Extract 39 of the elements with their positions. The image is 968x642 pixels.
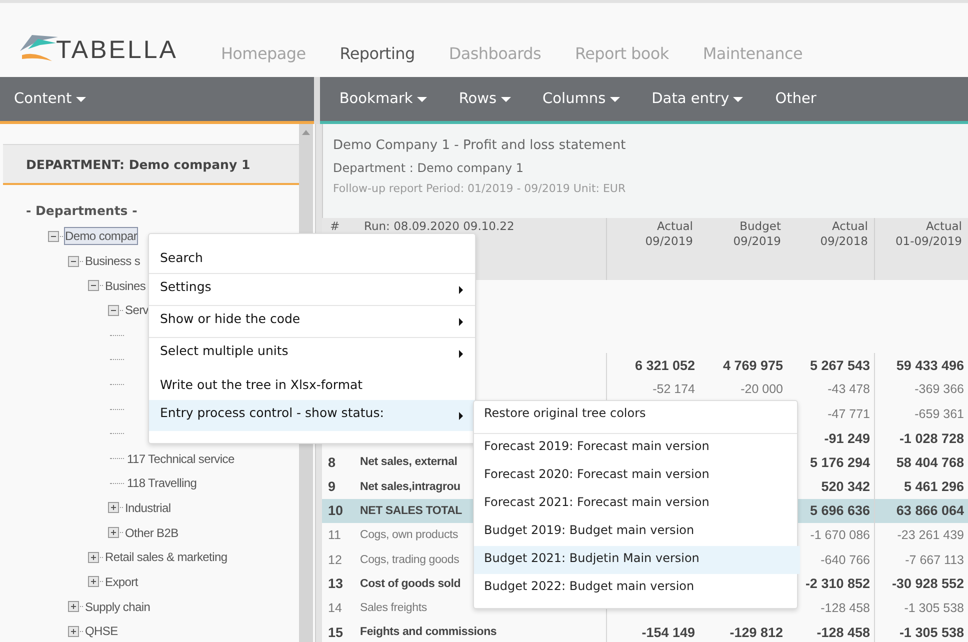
table-cell-text: 6 321 052 [634, 356, 696, 375]
department-header: DEPARTMENT: Demo company 1 [3, 144, 300, 185]
tree-heading: - Departments - [26, 203, 138, 218]
table-cell-text: 4 769 975 [722, 356, 784, 375]
column-header: Actual 01-09/2019 [875, 218, 968, 280]
table-cell-text: 58 404 768 [895, 454, 965, 472]
row-number: 9 [327, 478, 337, 496]
report-title: Demo Company 1 - Profit and loss statement [333, 138, 627, 153]
table-cell-text: 5 461 296 [902, 478, 965, 496]
row-label: Feights and commissions [356, 620, 607, 642]
table-cell-text: -369 366 [914, 381, 965, 398]
row-number: 10 [322, 498, 356, 524]
row-number: 11 [327, 527, 342, 544]
table-cell-text: -1 305 538 [903, 600, 965, 618]
report-period: Follow-up report Period: 01/2019 - 09/2019 Unit: EUR [333, 182, 627, 195]
table-cell-text: -23 261 439 [896, 527, 965, 544]
column-header: Actual 09/2019 [607, 218, 699, 280]
table-cell: 5 267 543 [787, 353, 875, 378]
table-cell-text: -52 174 [652, 381, 696, 398]
logo-text: TABELLA [56, 38, 178, 63]
column-header: Budget 09/2019 [699, 218, 787, 280]
row-number: 15 [327, 624, 344, 642]
table-cell: 63 866 064 [875, 498, 968, 524]
table-cell-text: -659 361 [914, 406, 965, 423]
table-cell-text: -7 667 113 [904, 552, 965, 569]
row-number: 12 [327, 552, 343, 569]
table-cell-text: 59 433 496 [895, 356, 965, 375]
table-cell-text: -154 149 [640, 624, 696, 642]
row-number: 14 [327, 600, 343, 618]
table-cell-text: -20 000 [740, 381, 784, 398]
report-subtitle: Department : Demo company 1 [333, 161, 525, 175]
column-header: Actual 09/2018 [787, 218, 875, 280]
table-cell-text: -30 928 552 [890, 575, 965, 594]
table-cell-text: -129 812 [728, 624, 784, 642]
table-cell-text: -1 028 728 [898, 430, 965, 448]
table-cell: -128 458 [787, 620, 875, 642]
table-cell-text: -1 305 538 [898, 624, 965, 642]
row-number: 8 [327, 454, 337, 472]
row-number: 13 [327, 575, 344, 594]
